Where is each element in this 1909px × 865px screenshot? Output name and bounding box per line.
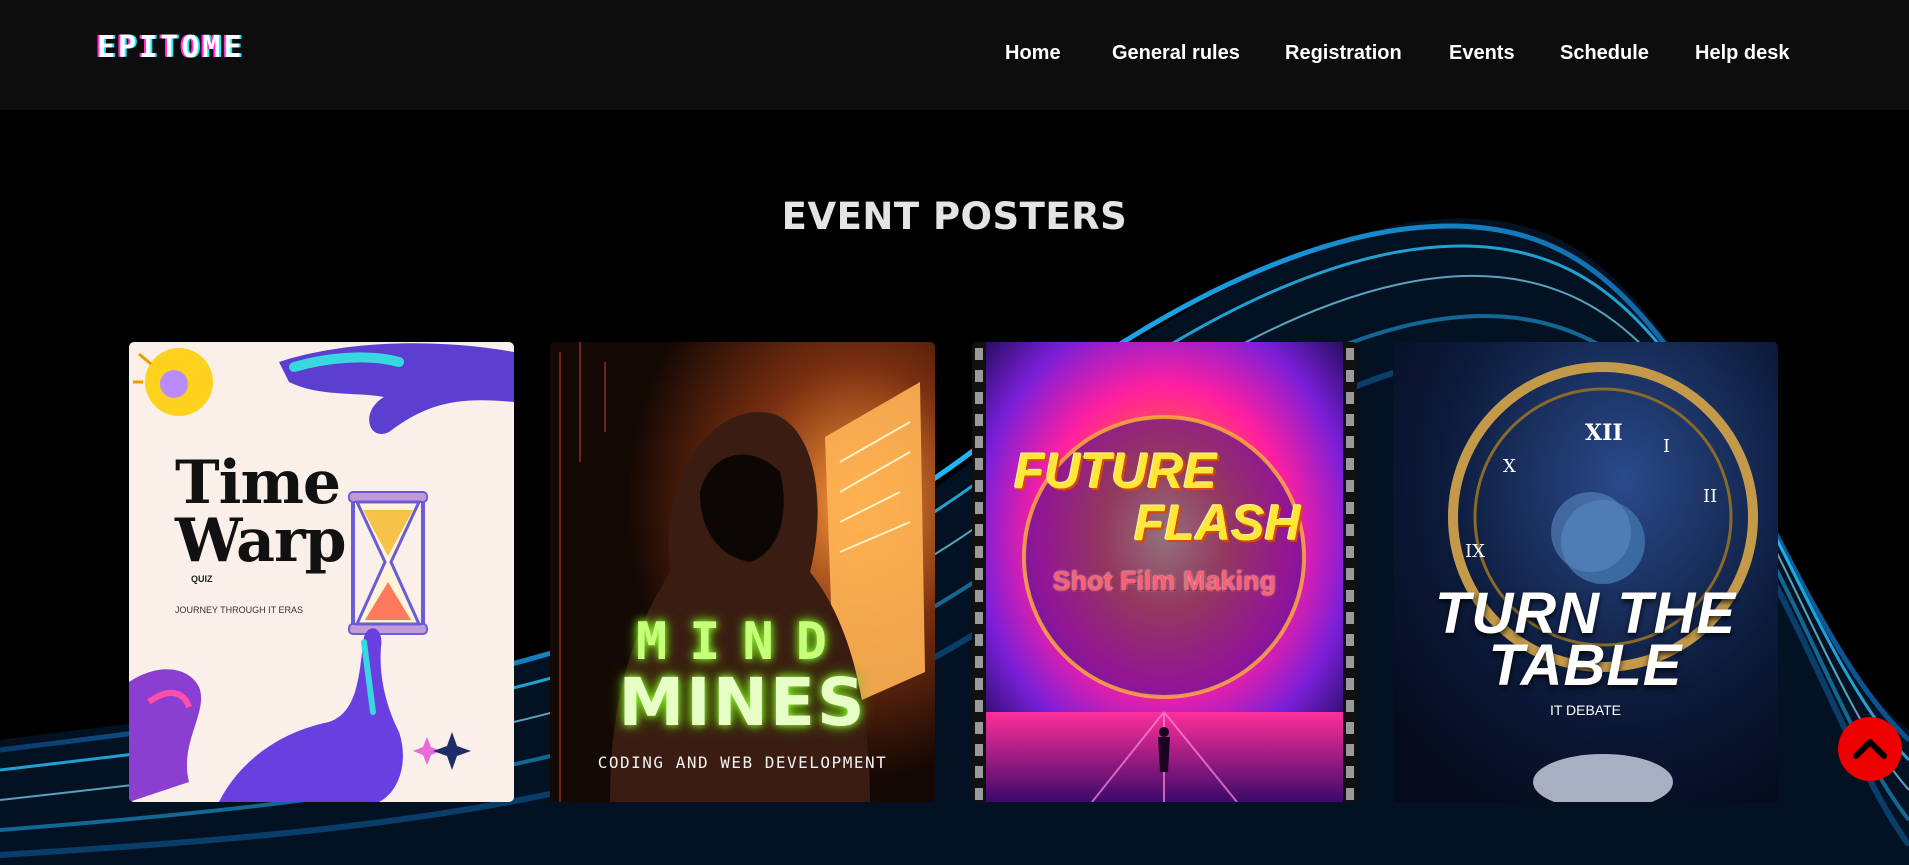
poster-subtitle: Shot Film Making: [1052, 566, 1277, 596]
scroll-to-top-button[interactable]: [1838, 717, 1902, 781]
nav-help-desk[interactable]: Help desk: [1695, 42, 1789, 65]
svg-text:XII: XII: [1585, 420, 1623, 446]
main-nav: Home General rules Registration Events S…: [0, 42, 1909, 72]
poster-title-secondary: FLASH: [1134, 495, 1301, 551]
chevron-up-icon: [1853, 739, 1887, 759]
lightbulb-icon: [133, 348, 213, 416]
nav-home[interactable]: Home: [1005, 42, 1061, 65]
poster-title: FUTURE: [1014, 443, 1217, 499]
hand-icon: [129, 628, 403, 802]
section-title: EVENT POSTERS: [781, 195, 1128, 238]
poster-title-secondary: MINES: [618, 664, 867, 741]
poster-title: TURN THE TABLE: [1434, 581, 1737, 698]
svg-text:I: I: [1663, 436, 1670, 457]
poster-title: MIND: [635, 612, 850, 672]
poster-subtitle: JOURNEY THROUGH IT ERAS: [175, 605, 304, 615]
poster-time-warp[interactable]: Time Warp QUIZ JOURNEY THROUGH IT ERAS: [129, 342, 514, 802]
nav-schedule[interactable]: Schedule: [1560, 42, 1649, 65]
poster-art: XII X IX I II: [1393, 342, 1778, 802]
sparkle-icon: [413, 732, 471, 770]
top-navigation-bar: EPITOME Home General rules Registration …: [0, 0, 1909, 110]
poster-tag: QUIZ: [191, 574, 213, 584]
poster-title: Time Warp: [175, 448, 347, 576]
hourglass-icon: [348, 491, 428, 635]
poster-turn-the-table[interactable]: XII X IX I II TURN THE TABLE IT DEBATE: [1393, 342, 1778, 802]
nav-registration[interactable]: Registration: [1285, 42, 1402, 65]
poster-subtitle: IT DEBATE: [1549, 702, 1622, 718]
svg-text:X: X: [1503, 456, 1516, 477]
hand-icon: [279, 343, 514, 434]
svg-text:IX: IX: [1465, 541, 1485, 562]
nav-general-rules[interactable]: General rules: [1112, 42, 1240, 65]
poster-future-flash[interactable]: FUTURE FLASH Shot Film Making: [972, 342, 1357, 802]
poster-mind-mines[interactable]: MIND MINES CODING AND WEB DEVELOPMENT: [550, 342, 935, 802]
poster-subtitle: CODING AND WEB DEVELOPMENT: [597, 753, 888, 772]
svg-text:II: II: [1703, 486, 1717, 507]
nav-events[interactable]: Events: [1449, 42, 1515, 65]
